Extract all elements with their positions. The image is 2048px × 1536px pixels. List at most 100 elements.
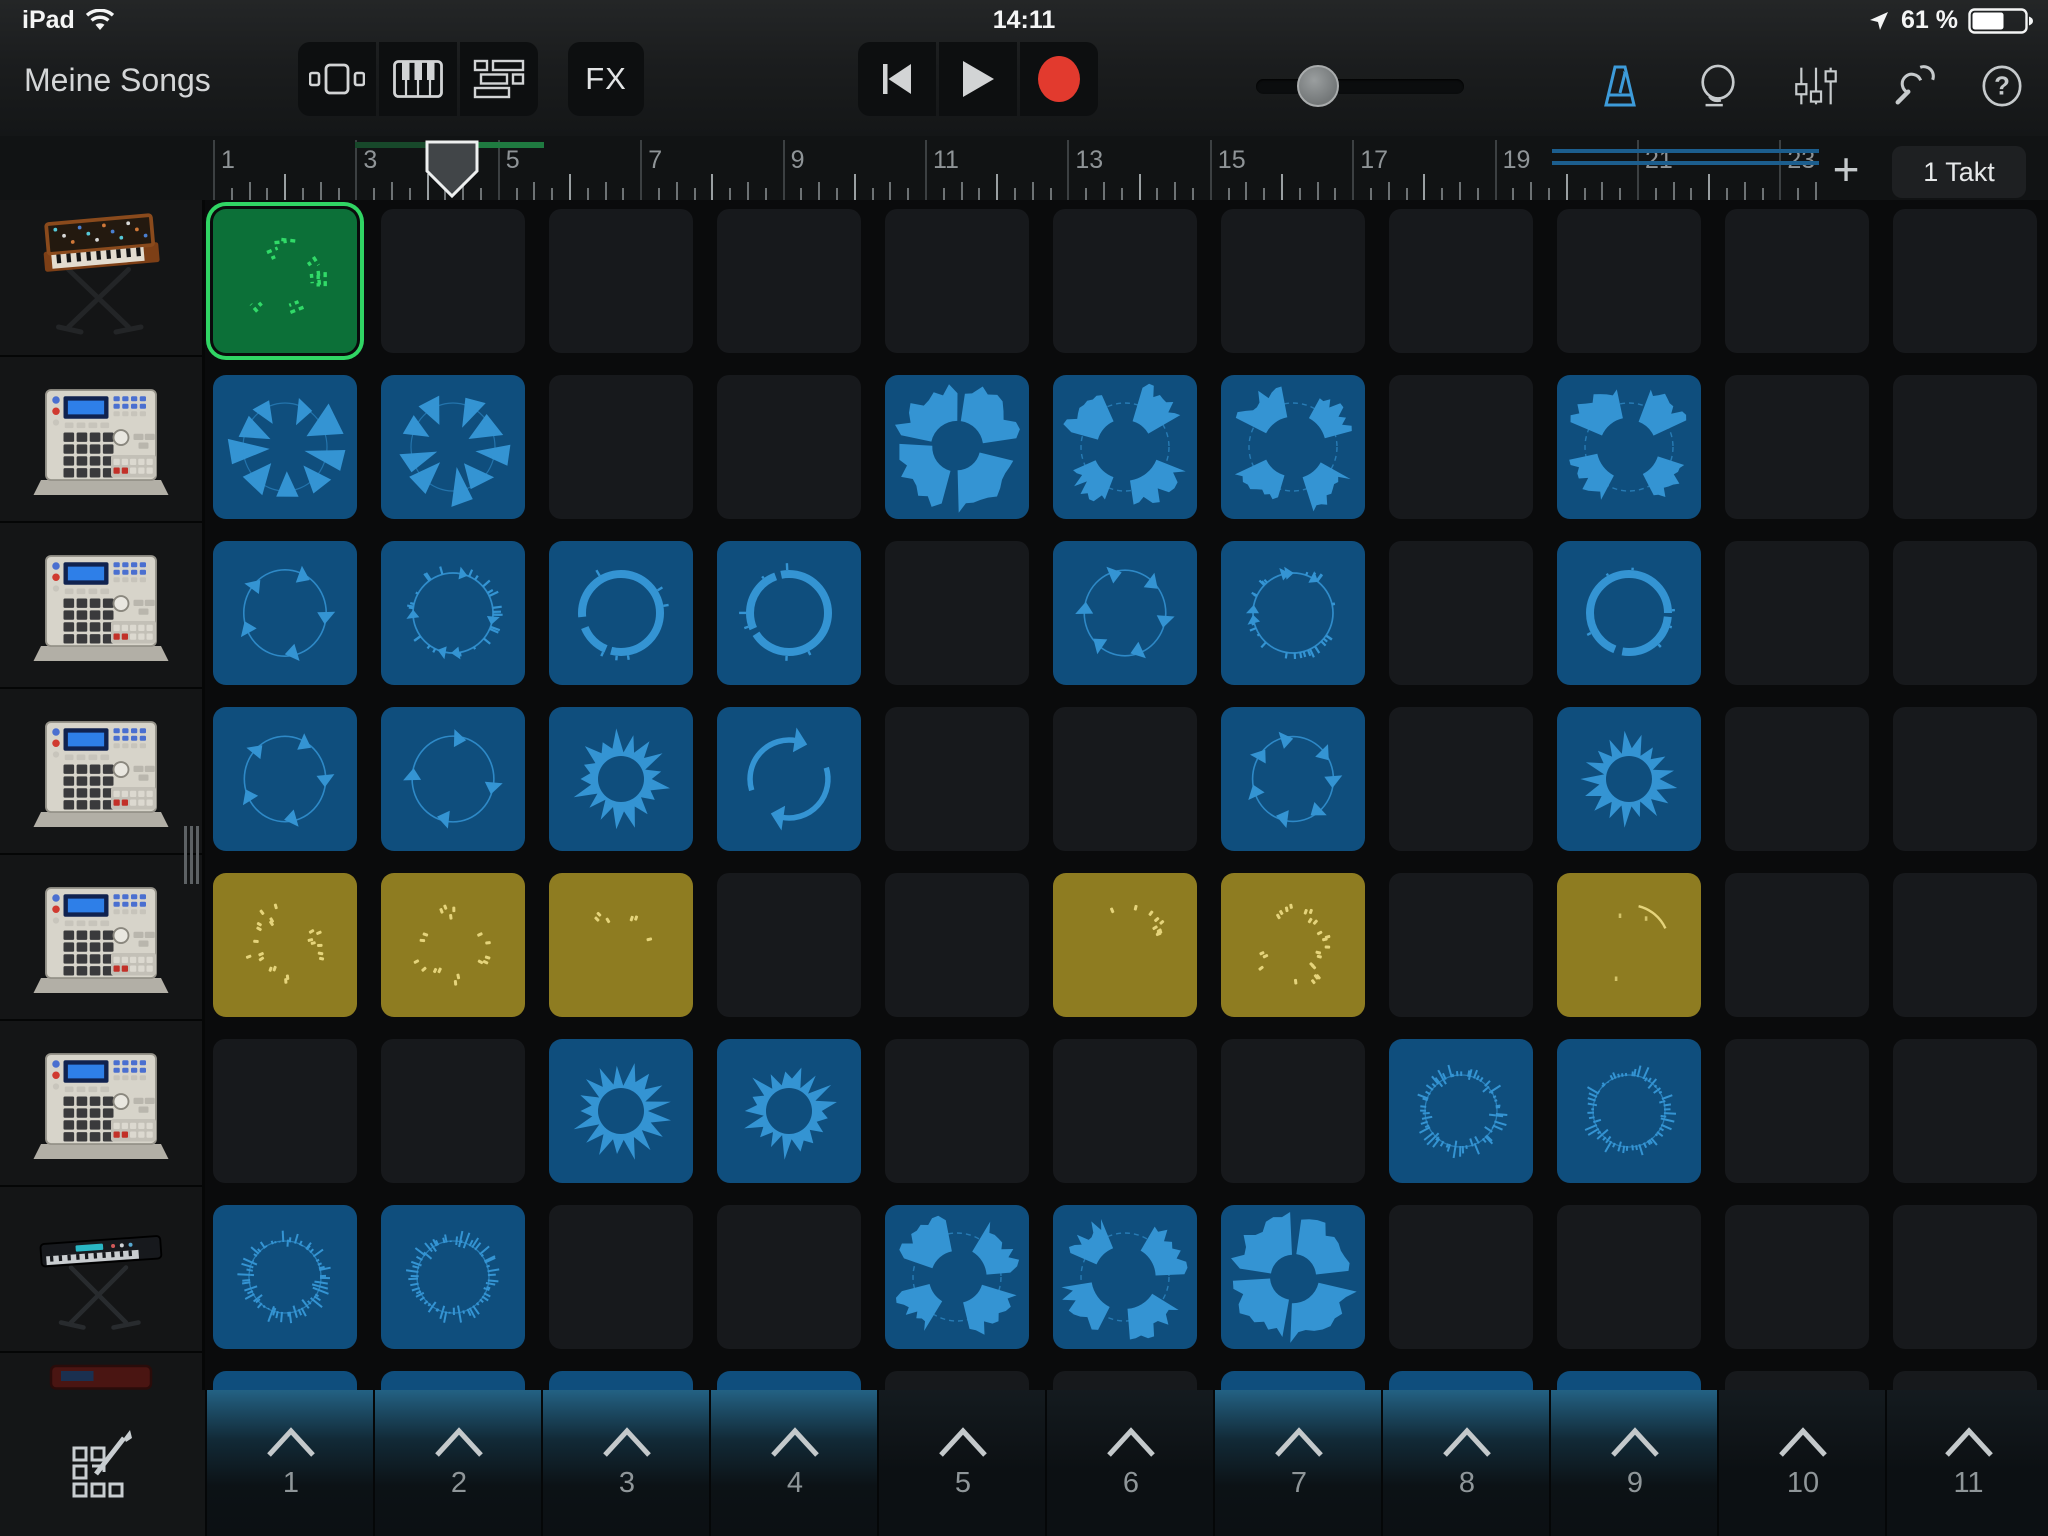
loop-cell-r7c2[interactable] (381, 1205, 525, 1349)
empty-cell-r1c4[interactable] (717, 209, 861, 353)
column-trigger-3[interactable]: 3 (541, 1390, 711, 1536)
empty-cell-r3c10[interactable] (1725, 541, 1869, 685)
fx-button[interactable]: FX (568, 42, 644, 116)
loop-cell-r3c4[interactable] (717, 541, 861, 685)
add-bars-button[interactable]: + (1824, 142, 1868, 196)
loop-cell-r2c5[interactable] (885, 375, 1029, 519)
loop-cell-r7c6[interactable] (1053, 1205, 1197, 1349)
loop-cell-r6c3[interactable] (549, 1039, 693, 1183)
empty-cell-r7c3[interactable] (549, 1205, 693, 1349)
volume-slider-knob[interactable] (1297, 65, 1339, 107)
empty-cell-r1c2[interactable] (381, 209, 525, 353)
grid-cell-length-button[interactable]: 1 Takt (1892, 146, 2026, 198)
loop-cell-r5c3[interactable] (549, 873, 693, 1017)
loop-cell-r4c1[interactable] (213, 707, 357, 851)
loop-cell-r4c3[interactable] (549, 707, 693, 851)
empty-cell-r1c6[interactable] (1053, 209, 1197, 353)
empty-cell-r1c8[interactable] (1389, 209, 1533, 353)
column-trigger-11[interactable]: 11 (1885, 1390, 2048, 1536)
empty-cell-r7c11[interactable] (1893, 1205, 2037, 1349)
play-button[interactable] (939, 42, 1017, 116)
empty-cell-r7c10[interactable] (1725, 1205, 1869, 1349)
empty-cell-r1c7[interactable] (1221, 209, 1365, 353)
loop-cell-r3c7[interactable] (1221, 541, 1365, 685)
empty-cell-r2c8[interactable] (1389, 375, 1533, 519)
loop-cell-r2c7[interactable] (1221, 375, 1365, 519)
column-trigger-4[interactable]: 4 (709, 1390, 879, 1536)
empty-cell-r5c11[interactable] (1893, 873, 2037, 1017)
empty-cell-r3c8[interactable] (1389, 541, 1533, 685)
empty-cell-r4c6[interactable] (1053, 707, 1197, 851)
metronome-button[interactable] (1598, 64, 1642, 108)
loop-cell-r7c1[interactable] (213, 1205, 357, 1349)
settings-button[interactable] (1892, 64, 1936, 108)
column-trigger-2[interactable]: 2 (373, 1390, 543, 1536)
my-songs-button[interactable]: Meine Songs (24, 62, 211, 99)
empty-cell-r1c11[interactable] (1893, 209, 2037, 353)
loop-cell-r3c9[interactable] (1557, 541, 1701, 685)
loop-cell-r5c7[interactable] (1221, 873, 1365, 1017)
bar-ruler[interactable]: 1357911131517192123 (0, 136, 2048, 202)
rewind-button[interactable] (858, 42, 936, 116)
column-trigger-9[interactable]: 9 (1549, 1390, 1719, 1536)
loop-cell-r4c9[interactable] (1557, 707, 1701, 851)
empty-cell-r4c11[interactable] (1893, 707, 2037, 851)
empty-cell-r6c6[interactable] (1053, 1039, 1197, 1183)
empty-cell-r3c11[interactable] (1893, 541, 2037, 685)
track-reorder-handle[interactable] (184, 826, 200, 884)
empty-cell-r2c4[interactable] (717, 375, 861, 519)
loop-cell-r2c2[interactable] (381, 375, 525, 519)
loop-cell-r6c8[interactable] (1389, 1039, 1533, 1183)
loop-cell-r5c1[interactable] (213, 873, 357, 1017)
empty-cell-r2c10[interactable] (1725, 375, 1869, 519)
empty-cell-r5c10[interactable] (1725, 873, 1869, 1017)
loop-cell-r3c3[interactable] (549, 541, 693, 685)
empty-cell-r1c9[interactable] (1557, 209, 1701, 353)
empty-cell-r4c8[interactable] (1389, 707, 1533, 851)
loop-cell-r6c4[interactable] (717, 1039, 861, 1183)
empty-cell-r1c5[interactable] (885, 209, 1029, 353)
empty-cell-r2c3[interactable] (549, 375, 693, 519)
loop-cell-r5c2[interactable] (381, 873, 525, 1017)
empty-cell-r4c5[interactable] (885, 707, 1029, 851)
help-button[interactable]: ? (1980, 64, 2024, 108)
grid-edit-button[interactable] (0, 1390, 207, 1536)
track-header-stage-keyboard[interactable] (0, 1185, 202, 1353)
empty-cell-r2c11[interactable] (1893, 375, 2037, 519)
live-loops-view-button[interactable] (298, 42, 376, 116)
track-header-drum-machine[interactable] (0, 1019, 202, 1187)
column-trigger-8[interactable]: 8 (1381, 1390, 1551, 1536)
loop-cell-r3c2[interactable] (381, 541, 525, 685)
loop-cell-r2c9[interactable] (1557, 375, 1701, 519)
empty-cell-r6c10[interactable] (1725, 1039, 1869, 1183)
empty-cell-r5c5[interactable] (885, 873, 1029, 1017)
loop-cell-r5c9[interactable] (1557, 873, 1701, 1017)
column-trigger-1[interactable]: 1 (205, 1390, 375, 1536)
loop-cell-r7c5[interactable] (885, 1205, 1029, 1349)
track-header-drum-machine[interactable] (0, 355, 202, 523)
track-header-drum-machine[interactable] (0, 853, 202, 1021)
track-header-drum-machine[interactable] (0, 687, 202, 855)
empty-cell-r5c8[interactable] (1389, 873, 1533, 1017)
column-trigger-10[interactable]: 10 (1717, 1390, 1887, 1536)
record-button[interactable] (1020, 42, 1098, 116)
empty-cell-r1c3[interactable] (549, 209, 693, 353)
loop-cell-r6c9[interactable] (1557, 1039, 1701, 1183)
loop-cell-r4c2[interactable] (381, 707, 525, 851)
empty-cell-r1c10[interactable] (1725, 209, 1869, 353)
loop-browser-button[interactable] (1696, 64, 1740, 108)
empty-cell-r6c5[interactable] (885, 1039, 1029, 1183)
empty-cell-r7c4[interactable] (717, 1205, 861, 1349)
empty-cell-r6c11[interactable] (1893, 1039, 2037, 1183)
column-trigger-7[interactable]: 7 (1213, 1390, 1383, 1536)
loop-cell-r2c1[interactable] (213, 375, 357, 519)
master-volume-slider[interactable] (1256, 79, 1464, 94)
loop-cell-r4c7[interactable] (1221, 707, 1365, 851)
empty-cell-r5c4[interactable] (717, 873, 861, 1017)
loop-cell-r1c1[interactable] (213, 209, 357, 353)
tracks-view-button[interactable] (460, 42, 538, 116)
playhead-marker[interactable] (424, 139, 480, 199)
loop-cell-r3c1[interactable] (213, 541, 357, 685)
column-trigger-6[interactable]: 6 (1045, 1390, 1215, 1536)
mixer-button[interactable] (1794, 64, 1838, 108)
